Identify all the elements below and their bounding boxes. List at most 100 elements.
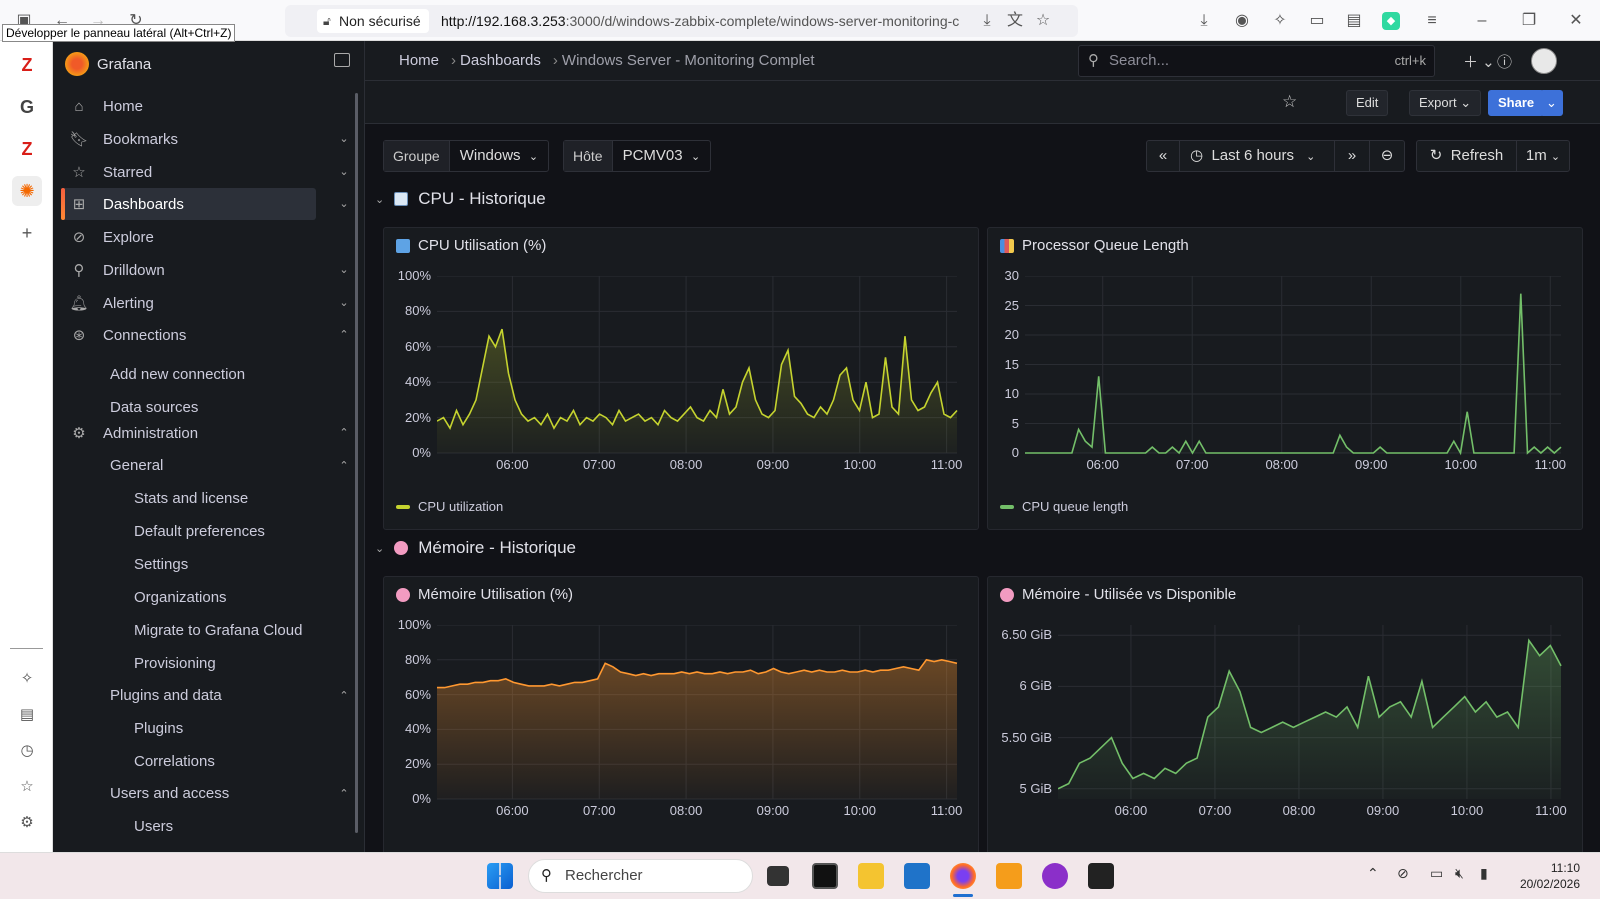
minimize-icon[interactable]: –	[1470, 9, 1494, 33]
save-page-icon[interactable]: ⤓	[975, 9, 999, 33]
variable-select[interactable]: Windows ⌄	[450, 141, 548, 171]
chevron-down-icon[interactable]: ⌄	[337, 296, 351, 309]
legend-item[interactable]: CPU queue length	[1000, 499, 1128, 514]
dock-menu-icon[interactable]	[334, 53, 350, 67]
bookmarks-icon[interactable]: ☆	[12, 772, 42, 802]
sidebar-item-home[interactable]: ⌂ Home	[61, 90, 316, 122]
panel-memoire-utilisation[interactable]: Mémoire Utilisation (%) 100% 80% 60% 40% 20%…	[383, 576, 979, 852]
container-icon[interactable]: ▭	[1305, 9, 1329, 33]
variable-select[interactable]: PCMV03 ⌄	[613, 141, 711, 171]
row-memoire-historique[interactable]: ⌄ Mémoire - Historique	[375, 538, 576, 558]
chevron-up-icon[interactable]: ⌃	[337, 689, 351, 702]
close-icon[interactable]: ✕	[1564, 9, 1588, 33]
file-explorer-icon[interactable]	[858, 863, 884, 889]
legend-item[interactable]: CPU utilization	[396, 499, 503, 514]
chevron-down-icon[interactable]: ⌄	[337, 132, 351, 145]
sidebar-item-plugins[interactable]: Plugins	[134, 720, 183, 737]
security-indicator[interactable]: 🔓︎ Non sécurisé	[317, 9, 429, 33]
sidebar-item-provisioning[interactable]: Provisioning	[134, 655, 216, 672]
sidebar-item-data-sources[interactable]: Data sources	[110, 399, 198, 416]
panel-processor-queue-length[interactable]: Processor Queue Length CPU queue length …	[987, 227, 1583, 530]
sidebar-item-administration[interactable]: ⚙ Administration	[61, 417, 316, 449]
sync-off-icon[interactable]: ⊘	[1397, 865, 1409, 882]
console-icon[interactable]	[1088, 863, 1114, 889]
variable-hote[interactable]: Hôte PCMV03 ⌄	[563, 140, 712, 172]
zabbix-icon[interactable]: Z	[12, 134, 42, 164]
sidebar-item-general[interactable]: General	[110, 457, 163, 474]
panel-cpu-utilisation[interactable]: CPU Utilisation (%) CPU utilization 100%…	[383, 227, 979, 530]
sidebar-item-users-and-access[interactable]: Users and access	[110, 785, 229, 802]
translate-icon[interactable]: 文	[1003, 9, 1027, 33]
display-icon[interactable]: ▭	[1430, 865, 1443, 882]
extensions-icon[interactable]: ✧	[1268, 9, 1292, 33]
share-dropdown-button[interactable]: ⌄	[1540, 90, 1563, 116]
menu-icon[interactable]: ≡	[1420, 9, 1444, 33]
chevron-down-icon[interactable]: ⌄	[337, 197, 351, 210]
sidebar-item-organizations[interactable]: Organizations	[134, 589, 227, 606]
chevron-up-icon[interactable]: ⌃	[337, 328, 351, 341]
breadcrumb-dashboards[interactable]: Dashboards	[460, 52, 541, 69]
extension-app-icon[interactable]: ◆	[1382, 12, 1400, 30]
account-icon[interactable]: ◉	[1230, 9, 1254, 33]
edit-button[interactable]: Edit	[1346, 90, 1389, 116]
sidebar-item-settings[interactable]: Settings	[134, 556, 188, 573]
sidebar-item-bookmarks[interactable]: 🔖︎ Bookmarks	[61, 123, 316, 155]
share-button[interactable]: Share	[1488, 90, 1545, 116]
history-icon[interactable]: ◷	[12, 736, 42, 766]
url-text[interactable]: http://192.168.3.253:3000/d/windows-zabb…	[441, 5, 976, 37]
app-triangle-icon[interactable]	[996, 863, 1022, 889]
chevron-up-icon[interactable]: ⌃	[337, 426, 351, 439]
sidebar-item-migrate-to-grafana-cloud[interactable]: Migrate to Grafana Cloud	[134, 622, 302, 639]
google-icon[interactable]: G	[12, 92, 42, 122]
chevron-down-icon[interactable]: ⌄	[337, 165, 351, 178]
app-mask-icon[interactable]	[1042, 863, 1068, 889]
outlook-icon[interactable]	[904, 863, 930, 889]
refresh-button[interactable]: ↻ Refresh	[1416, 140, 1517, 172]
breadcrumb-home[interactable]: Home	[399, 52, 439, 69]
settings-icon[interactable]: ⚙	[12, 808, 42, 838]
sidebar-item-explore[interactable]: ⊘ Explore	[61, 221, 316, 253]
ai-sparkle-icon[interactable]: ✧	[12, 664, 42, 694]
sidebar-item-users[interactable]: Users	[134, 818, 173, 835]
time-shift-forward-button[interactable]: »	[1334, 140, 1370, 172]
star-dashboard-icon[interactable]: ☆	[1282, 92, 1297, 112]
battery-icon[interactable]: ▮	[1480, 865, 1488, 882]
chevron-up-icon[interactable]: ⌃	[1367, 865, 1379, 882]
add-icon[interactable]: +	[12, 218, 42, 248]
sidebar-scrollbar[interactable]	[355, 93, 358, 833]
taskbar-search-input[interactable]: ⚲ Rechercher	[528, 859, 753, 893]
sidebar-item-plugins-and-data[interactable]: Plugins and data	[110, 687, 222, 704]
row-cpu-historique[interactable]: ⌄ CPU - Historique	[375, 189, 546, 209]
sidebar-item-drilldown[interactable]: ⚲ Drilldown	[61, 254, 316, 286]
time-range-picker[interactable]: ◷ Last 6 hours ⌄	[1179, 140, 1335, 172]
chevron-up-icon[interactable]: ⌃	[337, 787, 351, 800]
system-clock[interactable]: 11:10 20/02/2026	[1510, 860, 1580, 892]
zabbix-icon[interactable]: Z	[12, 50, 42, 80]
sidebar-item-default-preferences[interactable]: Default preferences	[134, 523, 265, 540]
sidebar-item-add-new-connection[interactable]: Add new connection	[110, 366, 245, 383]
refresh-interval-picker[interactable]: 1m ⌄	[1516, 140, 1570, 172]
history-sync-icon[interactable]: ▤	[12, 700, 42, 730]
panel-memoire-utilisee-vs-disponible[interactable]: Mémoire - Utilisée vs Disponible 6.50 Gi…	[987, 576, 1583, 852]
windows-start-icon[interactable]	[487, 863, 513, 889]
terminal-icon[interactable]	[812, 863, 838, 889]
add-new-icon[interactable]: ＋ ⌄	[1463, 51, 1495, 72]
zoom-out-button[interactable]: ⊖	[1369, 140, 1405, 172]
grafana-icon[interactable]: ✺	[12, 176, 42, 206]
sidebar-icon[interactable]: ▤	[1342, 9, 1366, 33]
task-view-icon[interactable]	[767, 866, 789, 886]
sidebar-item-dashboards[interactable]: ⊞ Dashboards	[61, 188, 316, 220]
bookmark-star-icon[interactable]: ☆	[1031, 9, 1055, 33]
url-bar[interactable]: 🔓︎ Non sécurisé http://192.168.3.253:300…	[285, 5, 1078, 37]
mute-icon[interactable]: 🔇︎	[1455, 865, 1464, 882]
export-button[interactable]: Export ⌄	[1409, 90, 1482, 116]
restore-icon[interactable]: ❐	[1517, 9, 1541, 33]
firefox-icon[interactable]	[950, 863, 976, 889]
sidebar-item-connections[interactable]: ⊛ Connections	[61, 319, 316, 351]
help-icon[interactable]: ⓘ	[1497, 51, 1512, 72]
time-shift-back-button[interactable]: «	[1146, 140, 1180, 172]
chevron-down-icon[interactable]: ⌄	[337, 263, 351, 276]
sidebar-item-stats-and-license[interactable]: Stats and license	[134, 490, 248, 507]
sidebar-item-starred[interactable]: ☆ Starred	[61, 156, 316, 188]
search-input[interactable]: ⚲ Search... ctrl+k	[1078, 45, 1435, 77]
